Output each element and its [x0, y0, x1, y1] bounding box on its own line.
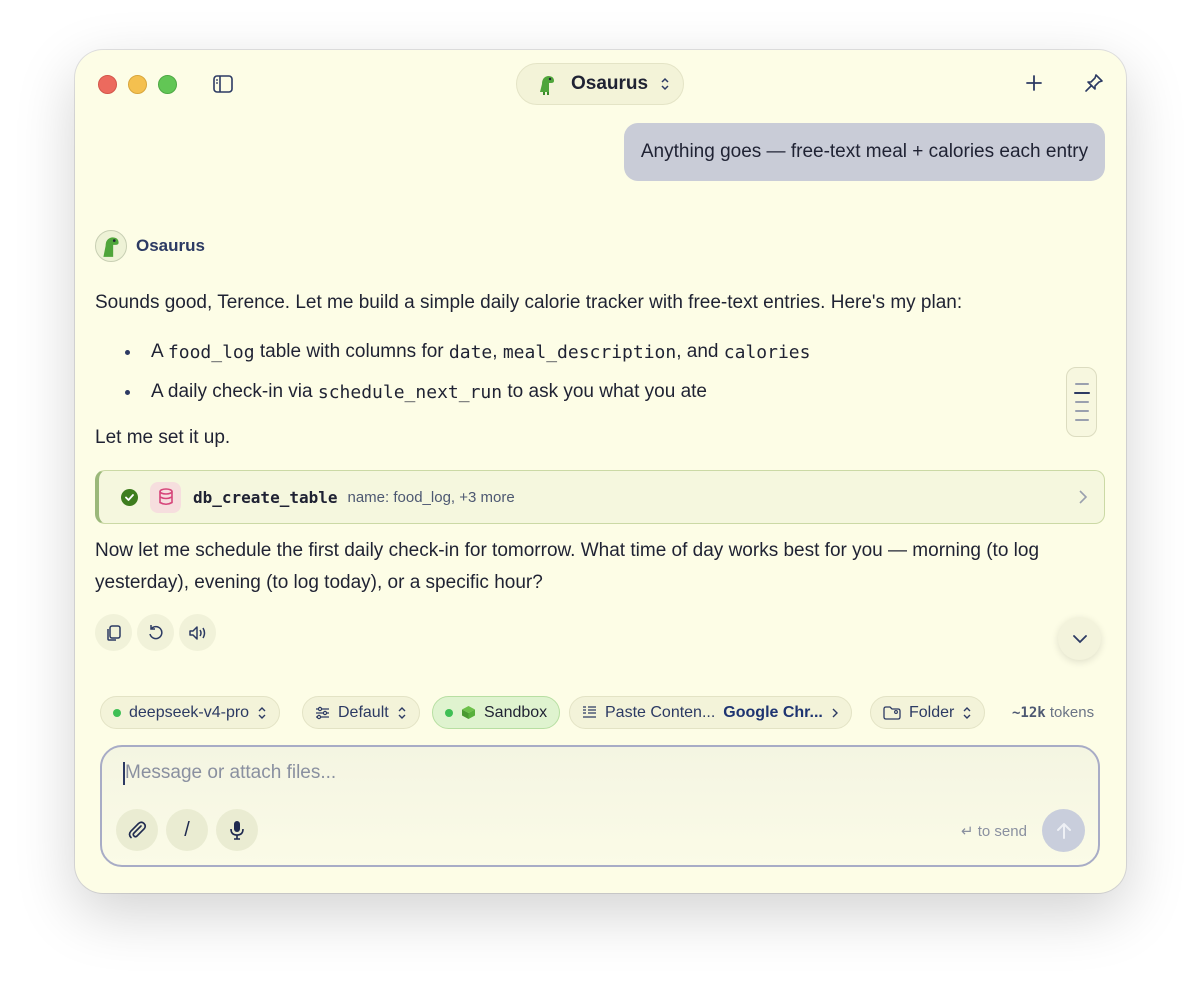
bullet-text: A daily check-in via [151, 381, 318, 402]
zoom-window-button[interactable] [158, 75, 177, 94]
sandbox-label: Sandbox [484, 703, 548, 721]
status-dot [113, 708, 121, 717]
agent-name: Osaurus [571, 73, 649, 94]
plus-icon[interactable] [1023, 72, 1045, 94]
paste-content-chip[interactable]: Paste Conten... Google Chr... [569, 696, 852, 729]
inline-code: food_log [167, 341, 255, 363]
check-icon [121, 488, 138, 506]
message-input[interactable]: Message or attach files... [125, 762, 336, 784]
chevron-down-icon [1072, 634, 1087, 643]
slash-command-button[interactable]: / [166, 809, 208, 851]
arrow-up-icon [1056, 822, 1071, 839]
assistant-intro-text: Sounds good, Terence. Let me build a sim… [95, 292, 963, 313]
sandbox-toggle[interactable]: Sandbox [432, 696, 561, 729]
list-item: A daily check-in via schedule_next_run t… [125, 372, 810, 412]
bullet-marker [125, 389, 130, 395]
speaker-icon [188, 625, 205, 640]
send-button[interactable] [1042, 809, 1085, 852]
microphone-button[interactable] [216, 809, 258, 851]
setup-text: Let me set it up. [95, 427, 231, 448]
app-window: Osaurus Anything goes — free-text meal +… [75, 50, 1126, 893]
folder-icon [883, 705, 901, 720]
inline-code: schedule_next_run [317, 381, 503, 403]
folder-selector[interactable]: Folder [870, 696, 986, 729]
microphone-icon [230, 821, 244, 840]
paperclip-icon [128, 821, 147, 839]
model-selector[interactable]: deepseek-v4-pro [100, 696, 281, 729]
tool-call-card[interactable]: db_create_table name: food_log, +3 more [95, 470, 1105, 524]
tool-name: db_create_table [193, 487, 338, 507]
send-hint: ↵ to send [961, 823, 1027, 840]
copy-button[interactable] [95, 614, 132, 651]
chevron-updown-icon [398, 706, 406, 719]
bullet-text: to ask you what you ate [502, 381, 707, 402]
regenerate-button[interactable] [137, 614, 174, 651]
sidebar-toggle-icon[interactable] [213, 75, 233, 93]
chevron-right-icon [1079, 490, 1088, 504]
minimize-window-button[interactable] [128, 75, 147, 94]
inline-code: calories [723, 341, 811, 363]
speak-button[interactable] [179, 614, 216, 651]
paste-label: Paste Conten... [605, 703, 716, 721]
folder-label: Folder [909, 703, 955, 721]
chevron-updown-icon [258, 706, 266, 719]
token-count: ~12k tokens [1012, 704, 1094, 721]
agent-selector[interactable]: Osaurus [516, 63, 684, 105]
preset-selector[interactable]: Default [302, 696, 420, 729]
copy-icon [106, 624, 121, 641]
inline-code: date [448, 341, 493, 363]
model-name: deepseek-v4-pro [129, 703, 250, 721]
message-scroll-index[interactable] [1066, 367, 1097, 437]
inline-code: meal_description [502, 341, 677, 363]
database-icon [150, 481, 181, 513]
followup-text: Now let me schedule the first daily chec… [95, 540, 1040, 593]
avatar [95, 230, 127, 262]
bullet-text: , and [676, 341, 724, 362]
assistant-name: Osaurus [136, 236, 205, 255]
assistant-header: Osaurus [95, 230, 205, 262]
refresh-icon [148, 624, 163, 639]
list-item: A food_log table with columns for date ,… [125, 332, 810, 372]
pin-icon[interactable] [1083, 72, 1105, 94]
bullet-text: A [151, 341, 168, 362]
preset-name: Default [338, 703, 389, 721]
chevron-updown-icon [963, 706, 971, 719]
dinosaur-icon [540, 76, 554, 95]
user-message-bubble: Anything goes — free-text meal + calorie… [624, 123, 1105, 181]
dinosaur-icon [103, 237, 119, 257]
sliders-icon [316, 706, 329, 719]
cube-icon [462, 706, 475, 719]
plan-list: A food_log table with columns for date ,… [125, 332, 810, 412]
token-label: tokens [1049, 704, 1095, 721]
paste-source: Google Chr... [723, 703, 823, 721]
status-dot [445, 708, 453, 717]
slash-label: / [184, 818, 190, 841]
attach-button[interactable] [116, 809, 158, 851]
chevron-right-icon [832, 708, 838, 717]
token-number: ~12k [1012, 705, 1046, 721]
bullet-text: , [492, 341, 503, 362]
text-lines-icon [583, 706, 596, 718]
message-composer[interactable]: Message or attach files... / ↵ to send [100, 745, 1100, 867]
scroll-to-bottom-button[interactable] [1058, 617, 1101, 660]
close-window-button[interactable] [98, 75, 117, 94]
bullet-text: table with columns for [254, 341, 449, 362]
bullet-marker [125, 349, 130, 355]
chevron-updown-icon [661, 77, 669, 91]
window-controls [98, 75, 177, 94]
tool-args: name: food_log, +3 more [347, 488, 515, 506]
